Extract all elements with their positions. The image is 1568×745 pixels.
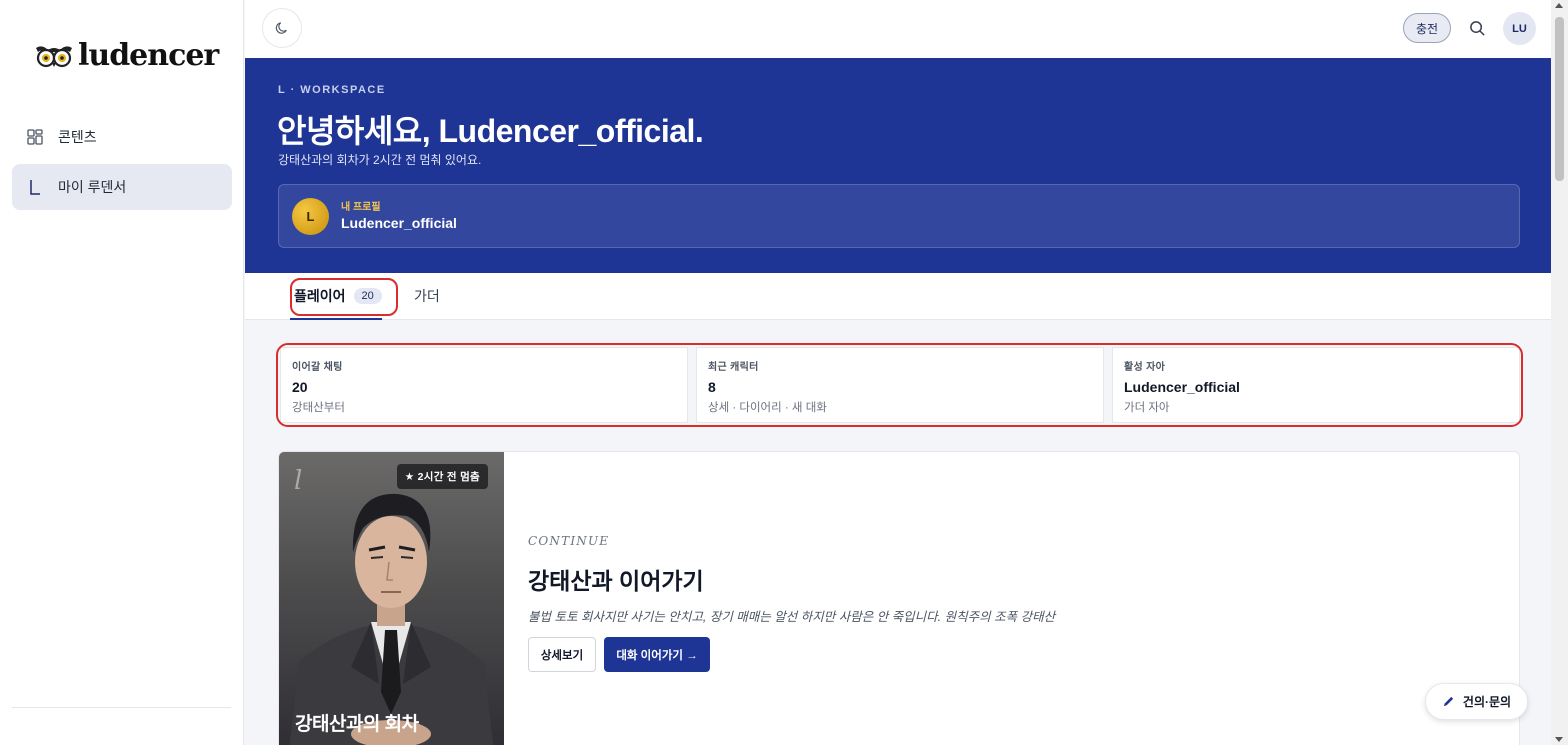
profile-label: 내 프로필 — [341, 202, 381, 213]
cover-brand-mark: l — [294, 466, 303, 496]
sidebar-item-label: 콘텐츠 — [58, 129, 97, 145]
character-description: 불법 토토 회사지만 사기는 안치고, 장기 매매는 알선 하지만 사람은 안 … — [528, 610, 1056, 624]
charge-button[interactable]: 충전 — [1403, 13, 1451, 43]
scroll-down-arrow-icon[interactable] — [1555, 737, 1563, 742]
character-portrait — [289, 493, 494, 745]
hero-subline: 강태산과의 회차가 2시간 전 멈춰 있어요. — [278, 153, 482, 167]
stat-card-recent-characters[interactable]: 최근 캐릭터 8 상세 · 다이어리 · 새 대화 — [696, 347, 1104, 423]
scroll-thumb[interactable] — [1555, 17, 1564, 181]
ludencer-logo[interactable]: ludencer — [34, 38, 219, 73]
cover-title: 강태산과의 회차 — [295, 714, 419, 735]
grid-icon — [26, 128, 44, 146]
pencil-icon — [1443, 696, 1454, 707]
stat-card-active-persona[interactable]: 활성 자아 Ludencer_official 가더 자아 — [1112, 347, 1520, 423]
stat-sub: 가더 자아 — [1124, 402, 1170, 414]
stat-sub: 상세 · 다이어리 · 새 대화 — [708, 402, 827, 414]
continue-card: l ★ 2시간 전 멈춤 강태산과의 회차 CONTINUE 강태산과 이어가기… — [278, 451, 1520, 745]
stat-label: 이어갈 채팅 — [292, 362, 343, 373]
user-avatar[interactable]: LU — [1503, 12, 1536, 45]
theme-toggle-button[interactable] — [262, 8, 302, 48]
continue-chat-button[interactable]: 대화 이어가기 → — [604, 637, 710, 672]
profile-avatar: L — [292, 198, 329, 235]
logo-text: ludencer — [78, 38, 219, 73]
stat-card-continue-chats[interactable]: 이어갈 채팅 20 강태산부터 — [280, 347, 688, 423]
stat-value: 8 — [708, 379, 716, 395]
tab-bar: 플레이어 20 가더 — [245, 273, 1551, 320]
top-bar: 충전 LU — [245, 0, 1551, 58]
search-button[interactable] — [1465, 16, 1489, 40]
character-cover-image[interactable]: l ★ 2시간 전 멈춤 강태산과의 회차 — [279, 452, 504, 745]
stat-label: 최근 캐릭터 — [708, 362, 759, 373]
feedback-label: 건의·문의 — [1462, 695, 1512, 709]
profile-name: Ludencer_official — [341, 215, 457, 231]
tab-guarder[interactable]: 가더 — [414, 273, 440, 319]
moon-icon — [275, 22, 287, 34]
continue-title: 강태산과 이어가기 — [528, 568, 704, 594]
stat-sub: 강태산부터 — [292, 402, 345, 414]
cover-status-badge: ★ 2시간 전 멈춤 — [396, 464, 488, 489]
l-letter-icon — [26, 178, 44, 196]
stat-value: Ludencer_official — [1124, 379, 1240, 395]
feedback-button[interactable]: 건의·문의 — [1425, 683, 1528, 720]
tab-count-badge: 20 — [353, 288, 382, 304]
page-title: 안녕하세요, Ludencer_official. — [277, 113, 704, 149]
stats-row: 이어갈 채팅 20 강태산부터 최근 캐릭터 8 상세 · 다이어리 · 새 대… — [280, 347, 1520, 423]
sidebar-item-label: 마이 루덴서 — [58, 179, 127, 195]
stat-value: 20 — [292, 379, 308, 395]
workspace-eyebrow: L · WORKSPACE — [278, 84, 386, 96]
tab-label: 플레이어 — [294, 288, 346, 304]
page-scrollbar[interactable] — [1551, 0, 1568, 745]
tab-label: 가더 — [414, 288, 440, 304]
sidebar: ludencer 콘텐츠 마이 루덴서 — [0, 0, 244, 745]
scroll-up-arrow-icon[interactable] — [1555, 3, 1563, 8]
owl-logo-icon — [36, 45, 72, 67]
sidebar-item-contents[interactable]: 콘텐츠 — [12, 114, 232, 160]
stat-label: 활성 자아 — [1124, 362, 1166, 373]
sidebar-item-my-ludencer[interactable]: 마이 루덴서 — [12, 164, 232, 210]
search-icon — [1469, 20, 1485, 36]
view-details-button[interactable]: 상세보기 — [528, 637, 596, 672]
continue-eyebrow: CONTINUE — [528, 534, 610, 548]
sidebar-divider — [12, 707, 231, 708]
hero-banner: L · WORKSPACE 안녕하세요, Ludencer_official. … — [245, 58, 1551, 273]
profile-card[interactable]: L 내 프로필 Ludencer_official — [278, 184, 1520, 248]
tab-player[interactable]: 플레이어 20 — [290, 273, 382, 320]
